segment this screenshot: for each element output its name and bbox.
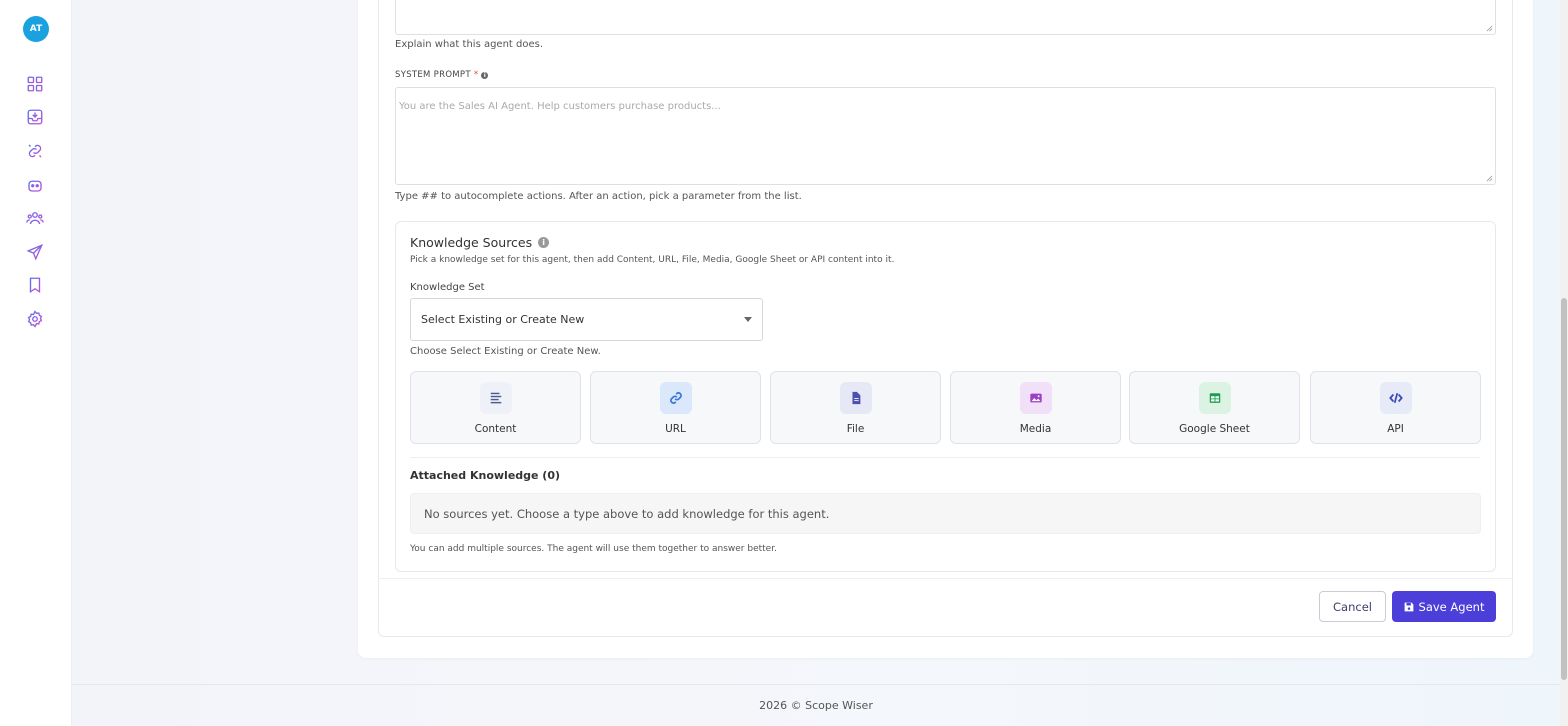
system-prompt-placeholder: You are the Sales AI Agent. Help custome…: [399, 101, 721, 112]
save-agent-label: Save Agent: [1418, 599, 1485, 614]
copyright-text: 2026 © Scope Wiser: [759, 699, 873, 712]
scrollbar-thumb[interactable]: [1561, 298, 1567, 680]
bot-icon[interactable]: [25, 175, 45, 195]
cancel-button[interactable]: Cancel: [1319, 591, 1386, 622]
divider: [378, 578, 1513, 579]
knowledge-set-label: Knowledge Set: [410, 282, 485, 293]
knowledge-set-select-value: Select Existing or Create New: [421, 313, 585, 326]
file-icon: [839, 382, 872, 414]
page-footer: 2026 © Scope Wiser: [72, 684, 1560, 726]
knowledge-set-select[interactable]: Select Existing or Create New: [410, 298, 763, 341]
inbox-download-icon[interactable]: [25, 107, 45, 127]
settings-gear-icon[interactable]: [25, 309, 45, 329]
required-mark: *: [473, 70, 479, 80]
source-type-content[interactable]: Content: [410, 371, 581, 444]
source-type-label: URL: [665, 423, 686, 435]
system-prompt-label-text: SYSTEM PROMPT: [395, 70, 471, 80]
source-type-label: Google Sheet: [1179, 423, 1250, 435]
user-avatar[interactable]: AT: [23, 16, 49, 42]
system-prompt-hint: Type ## to autocomplete actions. After a…: [395, 191, 802, 202]
system-prompt-label: SYSTEM PROMPT * i: [395, 70, 489, 80]
source-type-url[interactable]: URL: [590, 371, 761, 444]
save-disk-icon: [1404, 602, 1413, 611]
system-prompt-textarea[interactable]: You are the Sales AI Agent. Help custome…: [395, 87, 1496, 185]
resize-grip-icon[interactable]: [1486, 175, 1493, 182]
integrations-link-icon[interactable]: [25, 141, 45, 161]
description-hint: Explain what this agent does.: [395, 39, 544, 50]
source-type-label: API: [1387, 423, 1404, 435]
knowledge-sources-subtitle: Pick a knowledge set for this agent, the…: [410, 255, 895, 265]
description-textarea[interactable]: [395, 0, 1496, 35]
users-group-icon[interactable]: [25, 208, 45, 228]
empty-state-message: No sources yet. Choose a type above to a…: [424, 506, 830, 521]
knowledge-sources-title-text: Knowledge Sources: [410, 235, 533, 250]
source-type-media[interactable]: Media: [950, 371, 1121, 444]
source-type-label: Content: [474, 423, 517, 435]
resize-grip-icon[interactable]: [1486, 25, 1493, 32]
sidebar: AT: [0, 0, 72, 726]
source-type-label: File: [846, 423, 865, 435]
attached-knowledge-title: Attached Knowledge (0): [410, 469, 561, 482]
text-lines-icon: [479, 382, 512, 414]
source-type-label: Media: [1019, 423, 1052, 435]
knowledge-set-hint: Choose Select Existing or Create New.: [410, 346, 601, 357]
source-type-google-sheet[interactable]: Google Sheet: [1129, 371, 1300, 444]
image-icon: [1019, 382, 1052, 414]
source-type-file[interactable]: File: [770, 371, 941, 444]
save-agent-button[interactable]: Save Agent: [1392, 591, 1496, 622]
chevron-down-icon: [744, 317, 752, 322]
link-icon: [659, 382, 692, 414]
multiple-sources-hint: You can add multiple sources. The agent …: [410, 544, 777, 554]
scrollbar[interactable]: [1560, 0, 1568, 726]
sheet-table-icon: [1198, 382, 1231, 414]
source-type-api[interactable]: API: [1310, 371, 1481, 444]
dashboard-grid-icon[interactable]: [25, 74, 45, 94]
info-icon[interactable]: i: [481, 71, 489, 79]
info-icon[interactable]: i: [538, 237, 550, 248]
knowledge-sources-title: Knowledge Sources i: [410, 235, 550, 250]
bookmark-icon[interactable]: [25, 275, 45, 295]
attached-knowledge-empty-state: No sources yet. Choose a type above to a…: [410, 493, 1481, 534]
code-icon: [1379, 382, 1412, 414]
divider: [410, 457, 1480, 458]
send-icon[interactable]: [25, 242, 45, 262]
